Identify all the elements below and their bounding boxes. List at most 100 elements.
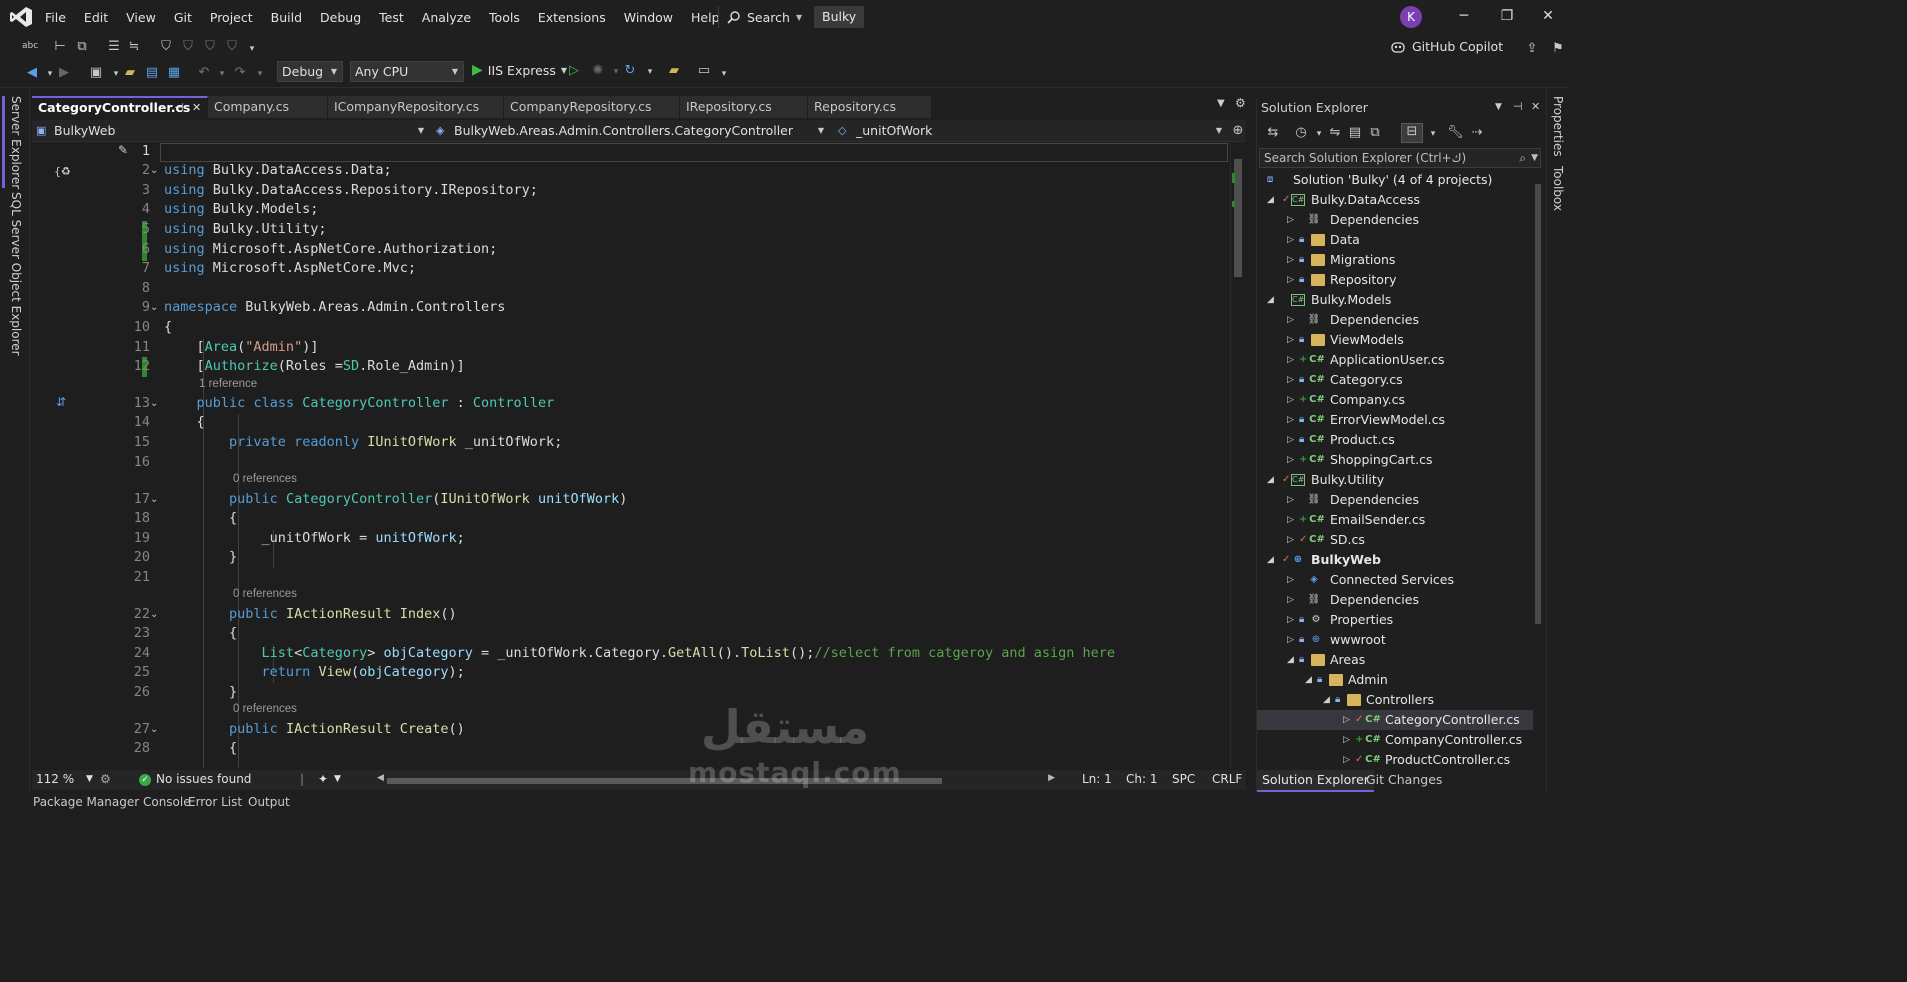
code-cleanup-icon[interactable]: {♻	[54, 165, 71, 178]
undo-icon[interactable]: ↶	[196, 65, 212, 81]
tab-list-dropdown-icon[interactable]: ▼	[1217, 98, 1225, 109]
scrollbar-thumb[interactable]	[1234, 159, 1242, 277]
collapsed-arrow-icon[interactable]: ▷	[1287, 210, 1294, 230]
collapse-icon[interactable]: ⌄	[150, 165, 158, 176]
tree-node[interactable]: ▷ + C# ShoppingCart.cs	[1287, 450, 1533, 470]
expanded-arrow-icon[interactable]: ◢	[1323, 690, 1330, 710]
collapsed-arrow-icon[interactable]: ▷	[1287, 490, 1294, 510]
scrollbar-thumb[interactable]	[387, 778, 942, 784]
tab-category-controller[interactable]: CategoryController.cs ⊣ ✕	[32, 96, 208, 118]
tree-node[interactable]: ▷ + C# EmailSender.cs	[1287, 510, 1533, 530]
collapse-icon[interactable]: ⌄	[150, 494, 158, 505]
toolbar-overflow-icon[interactable]: ▾	[244, 41, 260, 57]
scrollbar-thumb[interactable]	[1535, 184, 1541, 624]
scroll-left-icon[interactable]: ◀	[377, 773, 384, 783]
toolbox-tab[interactable]: Toolbox	[1551, 166, 1565, 211]
new-project-icon[interactable]: ▣	[88, 65, 104, 81]
menu-project[interactable]: Project	[201, 10, 262, 25]
menu-analyze[interactable]: Analyze	[413, 10, 480, 25]
collapse-all-icon[interactable]: ⧉	[1367, 125, 1383, 141]
collapsed-arrow-icon[interactable]: ▷	[1287, 370, 1294, 390]
solution-name-badge[interactable]: Bulky	[814, 6, 865, 28]
collapsed-arrow-icon[interactable]: ▷	[1343, 730, 1350, 750]
refresh-dropdown-icon[interactable]: ▾	[642, 64, 658, 80]
tree-node-project[interactable]: ◢ ✓ ⊕ BulkyWeb	[1267, 550, 1533, 570]
menu-debug[interactable]: Debug	[311, 10, 370, 25]
tree-node[interactable]: ◢ 🔒︎ Admin	[1305, 670, 1533, 690]
expanded-arrow-icon[interactable]: ◢	[1305, 670, 1312, 690]
code-lens-references[interactable]: 0 references	[233, 473, 297, 485]
comment-lines-icon[interactable]: ☰	[106, 39, 122, 55]
tree-node[interactable]: ▷ + C# ApplicationUser.cs	[1287, 350, 1533, 370]
collapsed-arrow-icon[interactable]: ▷	[1287, 230, 1294, 250]
refresh-icon[interactable]: ▤	[1347, 125, 1363, 141]
pin-icon[interactable]: ⊣	[1513, 100, 1523, 113]
member-dropdown[interactable]: ◇ _unitOfWork ▼	[834, 121, 1226, 141]
navigate-back-icon[interactable]: ◀	[24, 65, 40, 81]
split-window-icon[interactable]: ⊕	[1230, 123, 1246, 139]
menu-test[interactable]: Test	[370, 10, 413, 25]
redo-icon[interactable]: ↷	[232, 65, 248, 81]
tree-node-project[interactable]: ◢ ✓ C# Bulky.Utility	[1267, 470, 1533, 490]
solution-explorer-scrollbar[interactable]	[1533, 170, 1543, 770]
tree-node[interactable]: ▷ 🔒︎ Data	[1287, 230, 1533, 250]
tab-package-manager-console[interactable]: Package Manager Console	[33, 794, 191, 810]
hot-reload-icon[interactable]: ✺	[590, 63, 606, 79]
expanded-arrow-icon[interactable]: ◢	[1267, 470, 1274, 490]
menu-git[interactable]: Git	[165, 10, 201, 25]
tab-solution-explorer[interactable]: Solution Explorer	[1257, 770, 1374, 792]
zoom-level[interactable]: 112 %	[36, 772, 74, 786]
code-cleanup-dropdown-icon[interactable]: ▼	[334, 774, 341, 784]
show-all-files-icon[interactable]: ⊟	[1401, 123, 1423, 143]
uncomment-lines-icon[interactable]: ≒	[126, 39, 142, 55]
menu-extensions[interactable]: Extensions	[529, 10, 615, 25]
tree-node[interactable]: ▷ ✓ C# ProductController.cs	[1343, 750, 1533, 770]
column-indicator[interactable]: Ch: 1	[1126, 772, 1157, 786]
code-lens-references[interactable]: 0 references	[233, 703, 297, 715]
bookmark-icon[interactable]: ⛉	[158, 39, 174, 55]
pin-icon[interactable]: ⊣	[174, 98, 184, 117]
tree-node[interactable]: ▷ 🔒︎ ⚙ Properties	[1287, 610, 1533, 630]
minimize-icon[interactable]: ─	[1457, 9, 1471, 23]
gear-icon[interactable]: ⚙	[1235, 96, 1246, 110]
pending-changes-dropdown-icon[interactable]: ▾	[1311, 126, 1327, 142]
tab-irepository[interactable]: IRepository.cs	[680, 96, 808, 118]
tree-node[interactable]: ◢ 🔒︎ Areas	[1287, 650, 1533, 670]
start-debugging-button[interactable]: ▶ IIS Express ▼	[472, 62, 567, 78]
implementation-icon[interactable]: ⇵	[56, 395, 66, 409]
solution-configuration-dropdown[interactable]: Debug ▼	[277, 61, 343, 82]
collapsed-arrow-icon[interactable]: ▷	[1287, 630, 1294, 650]
sql-server-object-explorer-tab[interactable]: SQL Server Object Explorer	[9, 192, 23, 356]
type-dropdown[interactable]: ◈ BulkyWeb.Areas.Admin.Controllers.Categ…	[432, 121, 828, 141]
code-editor[interactable]: {♻ ⇵ ✎ 1 2 3 4 5 6 7 8 9 10 11 12 13 14 …	[32, 143, 1244, 768]
collapsed-arrow-icon[interactable]: ▷	[1287, 350, 1294, 370]
show-all-files-dropdown-icon[interactable]: ▾	[1425, 126, 1441, 142]
previous-bookmark-icon[interactable]: ⛉	[180, 39, 196, 55]
collapsed-arrow-icon[interactable]: ▷	[1287, 330, 1294, 350]
menu-build[interactable]: Build	[262, 10, 311, 25]
undo-dropdown-icon[interactable]: ▾	[214, 66, 230, 82]
issues-status[interactable]: No issues found	[156, 772, 251, 786]
close-icon[interactable]: ✕	[192, 98, 201, 117]
next-bookmark-icon[interactable]: ⛉	[202, 39, 218, 55]
search-button[interactable]: Search ▼	[718, 6, 802, 28]
tree-node[interactable]: ▷ ✓ C# SD.cs	[1287, 530, 1533, 550]
intellicode-icon[interactable]: ⚙	[100, 772, 111, 786]
tree-node[interactable]: ▷ 🔒︎ Repository	[1287, 270, 1533, 290]
collapse-icon[interactable]: ⌄	[150, 724, 158, 735]
restore-icon[interactable]: ❐	[1500, 9, 1514, 23]
share-icon[interactable]: ⇪	[1524, 41, 1540, 57]
tree-node-project[interactable]: ◢ ✓ C# Bulky.DataAccess	[1267, 190, 1533, 210]
tree-node[interactable]: ▷ 🔒︎ ⊕ wwwroot	[1287, 630, 1533, 650]
expanded-arrow-icon[interactable]: ◢	[1267, 190, 1274, 210]
expanded-arrow-icon[interactable]: ◢	[1267, 290, 1274, 310]
collapse-icon[interactable]: ⌄	[150, 398, 158, 409]
tab-company-repository[interactable]: CompanyRepository.cs	[504, 96, 680, 118]
tab-git-changes[interactable]: Git Changes	[1361, 770, 1447, 792]
line-ending-indicator[interactable]: CRLF	[1212, 772, 1242, 786]
tab-icompany-repository[interactable]: ICompanyRepository.cs	[328, 96, 504, 118]
collapsed-arrow-icon[interactable]: ▷	[1287, 250, 1294, 270]
collapsed-arrow-icon[interactable]: ▷	[1287, 530, 1294, 550]
collapsed-arrow-icon[interactable]: ▷	[1287, 610, 1294, 630]
tree-node-project[interactable]: ◢ C# Bulky.Models	[1267, 290, 1533, 310]
